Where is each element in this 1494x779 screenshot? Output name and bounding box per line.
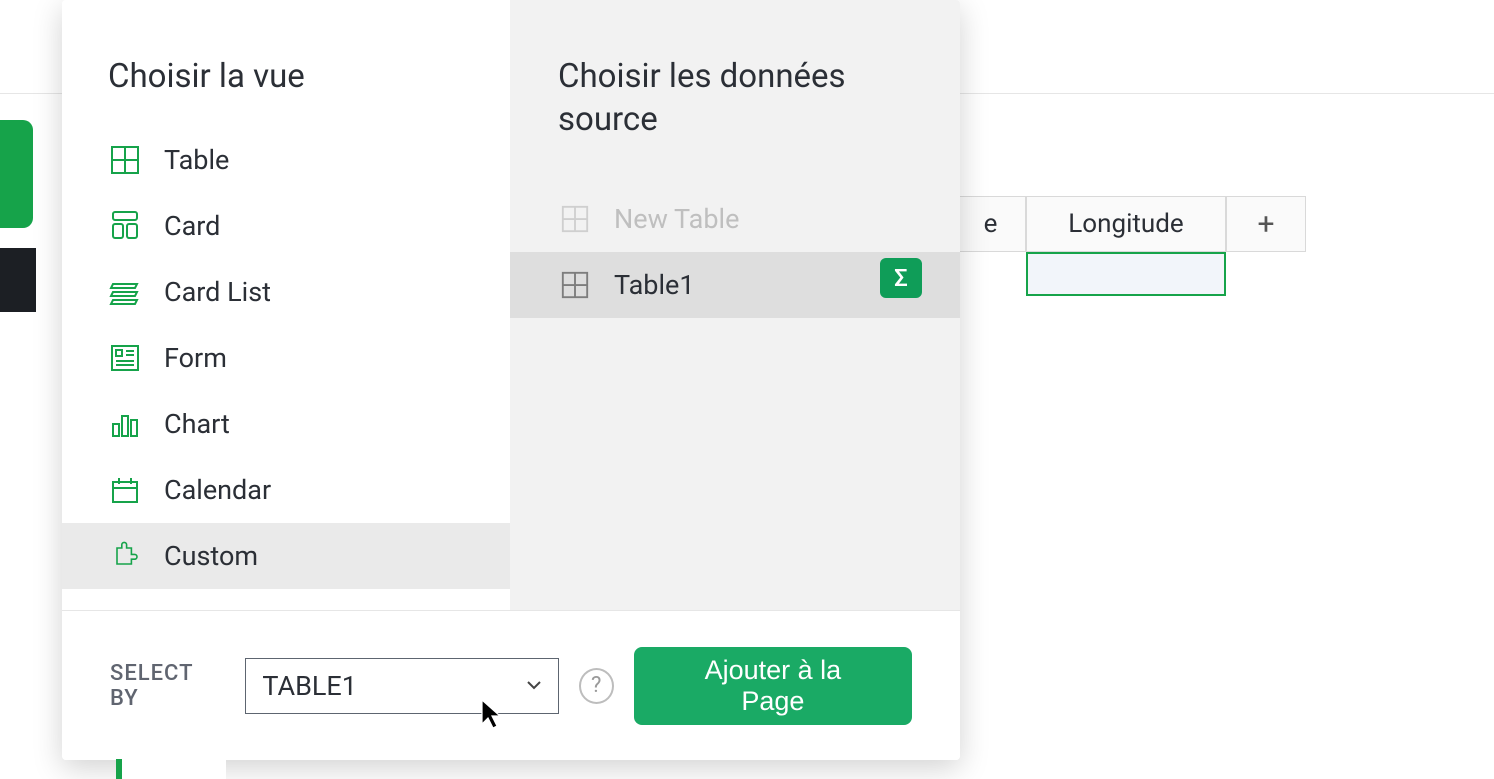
view-option-label: Card [164,210,220,242]
choose-view-panel: Choisir la vue Table Card [62,0,510,610]
table-icon [108,143,142,177]
cardlist-icon [108,275,142,309]
view-option-table[interactable]: Table [62,127,510,193]
source-option-new-table: New Table [510,186,960,252]
bg-table-header-row: e Longitude + [956,196,1306,252]
view-list: Table Card Card List [62,127,510,589]
dialog-body: Choisir la vue Table Card [62,0,960,610]
bg-header-add-column[interactable]: + [1226,196,1306,252]
bg-table-data-row [1026,252,1226,296]
view-option-calendar[interactable]: Calendar [62,457,510,523]
select-by-value: TABLE1 [262,670,357,702]
view-option-cardlist[interactable]: Card List [62,259,510,325]
chevron-down-icon [524,670,544,702]
view-option-form[interactable]: Form [62,325,510,391]
bg-sidebar-dark [0,248,36,312]
bg-active-cell[interactable] [1026,252,1226,296]
source-option-label: New Table [614,203,739,235]
bg-header-longitude[interactable]: Longitude [1026,196,1226,252]
view-option-label: Calendar [164,474,271,506]
form-icon [108,341,142,375]
view-option-label: Form [164,342,227,374]
view-option-label: Card List [164,276,271,308]
choose-source-panel: Choisir les données source New Table Tab… [510,0,960,610]
view-option-card[interactable]: Card [62,193,510,259]
card-icon [108,209,142,243]
bg-widget-hint [116,759,226,779]
bg-header-partial: e [956,196,1026,252]
view-option-label: Table [164,144,229,176]
add-to-page-button[interactable]: Ajouter à la Page [634,647,912,725]
calendar-icon [108,473,142,507]
source-option-label: Table1 [614,269,695,301]
choose-view-title: Choisir la vue [62,0,510,127]
view-option-label: Chart [164,408,230,440]
select-by-label: SELECT BY [110,661,225,711]
table-icon [558,202,592,236]
add-widget-dialog: Choisir la vue Table Card [62,0,960,760]
table-icon [558,268,592,302]
puzzle-icon [108,539,142,573]
help-icon: ? [591,673,601,698]
summary-sigma-button[interactable]: Σ [880,258,922,298]
dialog-footer: SELECT BY TABLE1 ? Ajouter à la Page [62,610,960,760]
help-button[interactable]: ? [579,668,614,704]
chart-icon [108,407,142,441]
view-option-label: Custom [164,540,258,572]
choose-source-title: Choisir les données source [510,0,960,170]
select-by-dropdown[interactable]: TABLE1 [245,658,558,714]
view-option-chart[interactable]: Chart [62,391,510,457]
view-option-custom[interactable]: Custom [62,523,510,589]
bg-sidebar-green [0,120,33,228]
